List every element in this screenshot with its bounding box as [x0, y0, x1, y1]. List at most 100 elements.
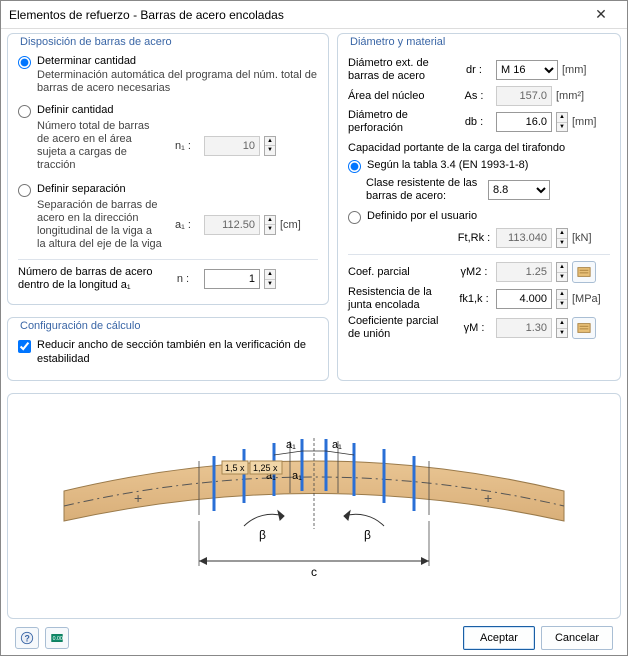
input-gm2	[496, 262, 552, 282]
unit-mpa: [MPa]	[572, 293, 610, 305]
input-n1	[204, 136, 260, 156]
spinner-n[interactable]: ▲▼	[264, 269, 276, 289]
group-diameter-title: Diámetro y material	[346, 36, 449, 48]
sym-gm: γM :	[456, 322, 492, 334]
label-user-defined: Definido por el usuario	[367, 209, 610, 223]
select-class[interactable]: 8.8	[488, 180, 550, 200]
unit-cm: [cm]	[280, 219, 318, 231]
label-class: Clase resistente de las barras de acero:	[366, 177, 484, 203]
heading-capacity: Capacidad portante de la carga del tiraf…	[348, 142, 610, 154]
dialog-window: Elementos de refuerzo - Barras de acero …	[0, 0, 628, 656]
sym-n1: n₁ :	[166, 140, 200, 152]
diag-m15: 1,5 x	[225, 463, 245, 473]
spinner-n1: ▲▼	[264, 136, 276, 156]
svg-text:0.00: 0.00	[53, 635, 63, 641]
option-define-qty[interactable]: Definir cantidad Número total de barras …	[18, 103, 318, 174]
svg-text:+: +	[134, 490, 142, 506]
svg-text:?: ?	[25, 633, 30, 643]
sym-gm2: γM2 :	[456, 266, 492, 278]
radio-determine-qty[interactable]	[18, 56, 31, 69]
input-fk1k[interactable]	[496, 289, 552, 309]
spinner-db[interactable]: ▲▼	[556, 112, 568, 132]
diag-beta-1: β	[259, 528, 266, 542]
option-reduce-width[interactable]: Reducir ancho de sección también en la v…	[18, 338, 318, 366]
input-gm	[496, 318, 552, 338]
sym-a1: a₁ :	[166, 219, 200, 231]
sym-dr: dr :	[456, 64, 492, 76]
label-union: Coeficiente parcial de unión	[348, 315, 452, 341]
input-db[interactable]	[496, 112, 552, 132]
label-joint: Resistencia de la junta encolada	[348, 286, 452, 312]
label-ext-dia: Diámetro ext. de barras de acero	[348, 57, 452, 83]
beam-diagram: a₁ a₁ a₁ a₁ 1,5 x 1,25 x + +	[34, 421, 594, 591]
settings-button-gm[interactable]	[572, 317, 596, 339]
svg-text:+: +	[484, 490, 492, 506]
diag-a1-2: a₁	[332, 439, 342, 451]
unit-mm: [mm]	[562, 64, 600, 76]
ok-button[interactable]: Aceptar	[463, 626, 535, 650]
settings-button-gm2[interactable]	[572, 261, 596, 283]
input-n[interactable]	[204, 269, 260, 289]
label-define-spacing: Definir separación	[37, 182, 318, 196]
diag-beta-2: β	[364, 528, 371, 542]
label-define-qty: Definir cantidad	[37, 103, 318, 117]
diag-a1-1: a₁	[286, 439, 296, 451]
group-diameter-material: Diámetro y material Diámetro ext. de bar…	[337, 33, 621, 381]
help-icon: ?	[20, 631, 34, 645]
units-icon: 0.00	[50, 631, 64, 645]
input-a1	[204, 215, 260, 235]
unit-mm2: [mm²]	[556, 90, 594, 102]
option-determine-qty[interactable]: Determinar cantidad Determinación automá…	[18, 54, 318, 95]
window-title: Elementos de refuerzo - Barras de acero …	[9, 8, 284, 22]
label-reduce-width: Reducir ancho de sección también en la v…	[37, 338, 318, 366]
checkbox-reduce-width[interactable]	[18, 340, 31, 353]
sym-fk1k: fk1,k :	[456, 293, 492, 305]
unit-mm2b: [mm]	[572, 116, 610, 128]
sym-db: db :	[456, 116, 492, 128]
label-determine-qty: Determinar cantidad	[37, 54, 318, 68]
group-calc-config-title: Configuración de cálculo	[16, 320, 144, 332]
group-arrangement-title: Disposición de barras de acero	[16, 36, 176, 48]
settings-icon	[577, 321, 591, 335]
group-calc-config: Configuración de cálculo Reducir ancho d…	[7, 317, 329, 381]
option-user-defined[interactable]: Definido por el usuario	[348, 209, 610, 224]
spinner-gm: ▲▼	[556, 318, 568, 338]
cancel-button[interactable]: Cancelar	[541, 626, 613, 650]
label-coef-parcial: Coef. parcial	[348, 266, 452, 279]
footer: ? 0.00 Aceptar Cancelar	[7, 619, 621, 655]
option-table34[interactable]: Según la tabla 3.4 (EN 1993-1-8)	[348, 158, 610, 173]
spinner-ftrk: ▲▼	[556, 228, 568, 248]
option-define-spacing[interactable]: Definir separación Separación de barras …	[18, 182, 318, 253]
spinner-a1: ▲▼	[264, 215, 276, 235]
diag-a1-4: a₁	[292, 470, 302, 482]
radio-define-qty[interactable]	[18, 105, 31, 118]
spinner-gm2: ▲▼	[556, 262, 568, 282]
settings-icon	[577, 265, 591, 279]
desc-define-qty: Número total de barras de acero en el ár…	[37, 120, 162, 172]
label-bars-in-a1: Número de barras de acero dentro de la l…	[18, 266, 162, 292]
diag-c: c	[311, 565, 317, 579]
radio-define-spacing[interactable]	[18, 184, 31, 197]
desc-define-spacing: Separación de barras de acero en la dire…	[37, 199, 162, 251]
help-button[interactable]: ?	[15, 627, 39, 649]
select-dr[interactable]: M 16	[496, 60, 558, 80]
input-ftrk	[496, 228, 552, 248]
input-as	[496, 86, 552, 106]
radio-table34[interactable]	[348, 160, 361, 173]
spinner-fk1k[interactable]: ▲▼	[556, 289, 568, 309]
diag-m125: 1,25 x	[253, 463, 278, 473]
label-bore-dia: Diámetro de perforación	[348, 109, 452, 135]
units-button[interactable]: 0.00	[45, 627, 69, 649]
sym-n: n :	[166, 273, 200, 285]
unit-kn: [kN]	[572, 232, 610, 244]
desc-determine-qty: Determinación automática del programa de…	[37, 69, 318, 95]
diagram-panel: a₁ a₁ a₁ a₁ 1,5 x 1,25 x + +	[7, 393, 621, 619]
titlebar: Elementos de refuerzo - Barras de acero …	[1, 1, 627, 29]
label-core-area: Área del núcleo	[348, 90, 452, 103]
group-arrangement: Disposición de barras de acero Determina…	[7, 33, 329, 305]
sym-as: As :	[456, 90, 492, 102]
label-table34: Según la tabla 3.4 (EN 1993-1-8)	[367, 158, 610, 172]
sym-ftrk: Ft,Rk :	[456, 232, 492, 244]
radio-user-defined[interactable]	[348, 211, 361, 224]
close-button[interactable]: ✕	[583, 5, 619, 25]
